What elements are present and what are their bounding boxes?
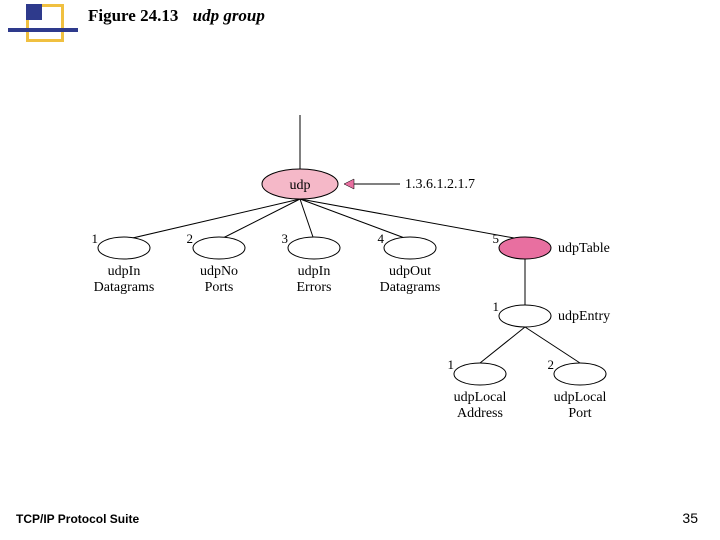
diagram: udp 1.3.6.1.2.1.7 1 udpIn Datagrams 2 ud… [0,0,720,540]
node-1-label-line1: udpIn [108,264,141,279]
node-e2-label-line1: udpLocal [554,390,607,405]
node-udpentry [499,305,551,327]
node-2-label-line1: udpNo [200,264,238,279]
node-entry-label: udpEntry [558,309,610,324]
node-udpinerrors [288,237,340,259]
node-3-index: 3 [282,231,289,246]
node-4-label-line2: Datagrams [380,280,441,295]
page-number: 35 [682,510,698,526]
node-2-index: 2 [187,231,194,246]
node-2-label-line2: Ports [205,280,234,295]
node-udptable [499,237,551,259]
node-4-index: 4 [378,231,385,246]
node-1-index: 1 [92,231,99,246]
node-e1-label-line2: Address [457,406,503,421]
node-1-label-line2: Datagrams [94,280,155,295]
node-udpnoports [193,237,245,259]
oid-text: 1.3.6.1.2.1.7 [405,177,475,192]
node-udplocaladdress [454,363,506,385]
node-e2-index: 2 [548,357,555,372]
node-e1-index: 1 [448,357,455,372]
node-udp-label: udp [290,178,311,193]
node-3-label-line1: udpIn [298,264,331,279]
node-4-label-line1: udpOut [389,264,431,279]
node-5-label: udpTable [558,241,610,256]
oid-arrow-icon [344,179,354,189]
node-e2-label-line2: Port [568,406,591,421]
node-udpindatagrams [98,237,150,259]
node-udplocalport [554,363,606,385]
node-e1-label-line1: udpLocal [454,390,507,405]
node-5-index: 5 [493,231,500,246]
footer-left: TCP/IP Protocol Suite [16,512,139,526]
node-3-label-line2: Errors [297,280,332,295]
node-udpoutdatagrams [384,237,436,259]
node-entry-index: 1 [493,299,500,314]
